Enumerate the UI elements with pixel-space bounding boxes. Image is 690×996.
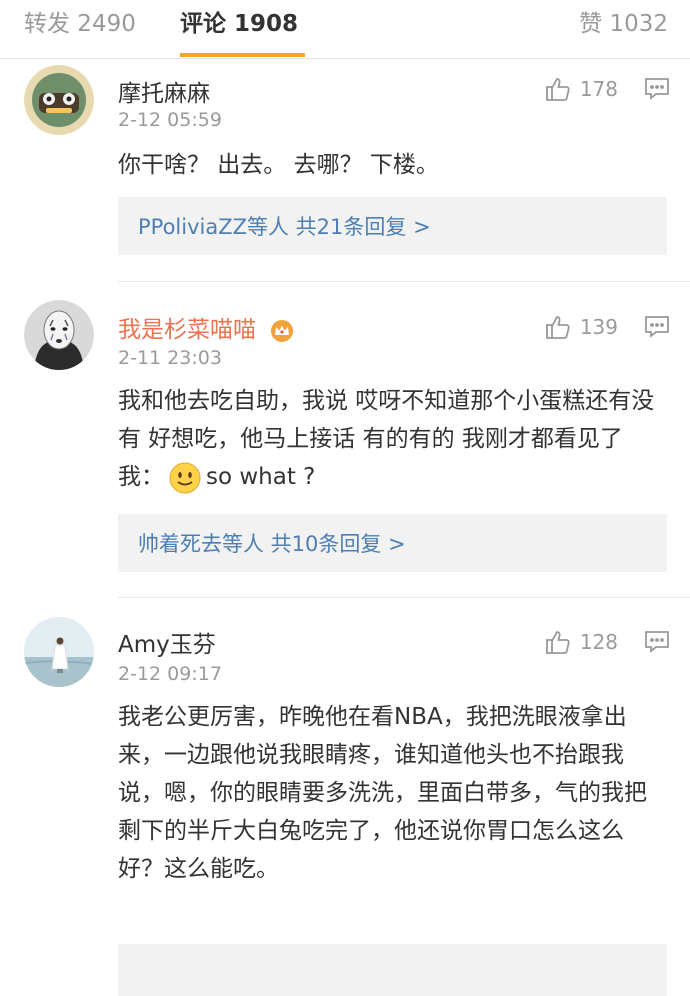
comment-item: Amy玉芬 2-12 09:17 128 我老公更厉害，昨晚他在看NBA，我把洗… — [0, 598, 690, 996]
comment-tabs: 转发 2490 评论 1908 赞 1032 — [0, 0, 690, 59]
comment-text: 我和他去吃自助，我说 哎呀不知道那个小蛋糕还有没有 好想吃，他马上接话 有的有的… — [118, 382, 673, 496]
comment-text: 我老公更厉害，昨晚他在看NBA，我把洗眼液拿出来，一边跟他说我眼睛疼，谁知道他头… — [118, 704, 647, 882]
smile-emoji-icon — [169, 462, 201, 493]
username[interactable]: 我是杉菜喵喵 — [118, 310, 295, 344]
like-count: 128 — [579, 630, 618, 654]
comment-text-end: so what ? — [206, 464, 316, 490]
thumbs-up-icon — [545, 631, 570, 654]
comment-time: 2-12 09:17 — [118, 663, 222, 685]
comment-time: 2-12 05:59 — [118, 109, 222, 131]
comment-bubble-icon[interactable] — [644, 630, 670, 654]
avatar[interactable] — [24, 65, 94, 135]
replies-box[interactable]: PPoliviaZZ等人 共21条回复 > — [118, 197, 667, 255]
like-count: 139 — [579, 315, 618, 339]
comment-item: 摩托麻麻 2-12 05:59 178 你干啥？ 出去。 去哪？ 下楼。 PPo… — [0, 62, 690, 282]
replies-box[interactable]: 帅着死去等人 共10条回复 > — [118, 514, 667, 572]
avatar[interactable] — [24, 300, 94, 370]
replies-box[interactable] — [118, 944, 667, 996]
comment-time: 2-11 23:03 — [118, 347, 222, 369]
thumbs-up-icon — [545, 78, 570, 101]
like-button[interactable]: 178 — [544, 75, 618, 103]
comment-item: 我是杉菜喵喵 2-11 23:03 139 我和他去吃自助，我说 哎呀不知道那个… — [0, 282, 690, 598]
view-replies-link[interactable]: PPoliviaZZ等人 共21条回复 > — [138, 211, 431, 241]
comment-bubble-icon[interactable] — [644, 315, 670, 339]
like-button[interactable]: 128 — [544, 628, 618, 656]
comment-text: 你干啥？ 出去。 去哪？ 下楼。 — [118, 152, 439, 178]
like-button[interactable]: 139 — [544, 313, 618, 341]
view-replies-link[interactable]: 帅着死去等人 共10条回复 > — [138, 528, 406, 558]
like-count: 178 — [579, 77, 618, 101]
active-tab-indicator — [180, 53, 305, 57]
tab-reposts[interactable]: 转发 2490 — [24, 4, 136, 38]
crown-icon — [271, 319, 294, 342]
username-text[interactable]: 我是杉菜喵喵 — [118, 317, 256, 343]
thumbs-up-icon — [545, 316, 570, 339]
avatar[interactable] — [24, 617, 94, 687]
username[interactable]: 摩托麻麻 — [118, 74, 210, 108]
tab-comments[interactable]: 评论 1908 — [180, 4, 298, 38]
comment-bubble-icon[interactable] — [644, 77, 670, 101]
username[interactable]: Amy玉芬 — [118, 625, 216, 659]
tab-likes[interactable]: 赞 1032 — [579, 4, 668, 38]
